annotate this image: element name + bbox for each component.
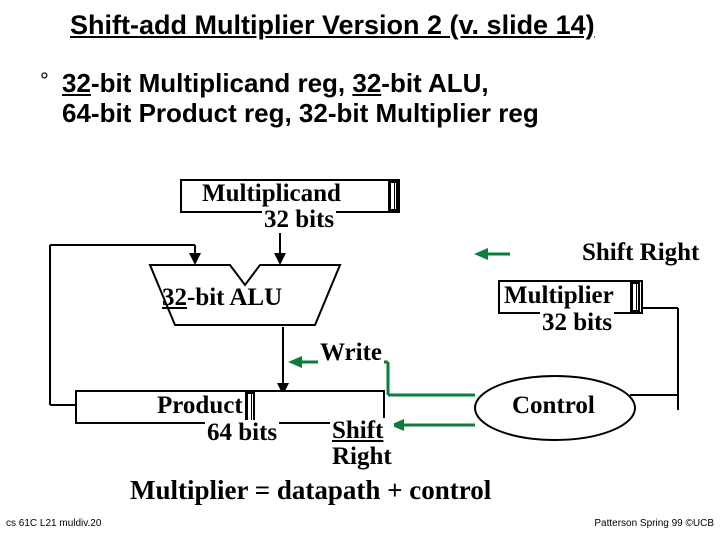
- slide-title: Shift-add Multiplier Version 2 (v. slide…: [70, 10, 595, 41]
- bullet-line1: 32-bit Multiplicand reg, 32-bit ALU,: [62, 68, 489, 99]
- diagram-stage: Multiplicand 32 bits 32-bit ALU Write Pr…: [0, 165, 720, 495]
- control-shape: [0, 165, 720, 505]
- control-label: Control: [510, 393, 597, 419]
- equation: Multiplier = datapath + control: [130, 475, 491, 506]
- footer-right: Patterson Spring 99 ©UCB: [594, 518, 714, 529]
- footer-left: cs 61C L21 muldiv.20: [6, 518, 101, 529]
- bullet-line2: 64-bit Product reg, 32-bit Multiplier re…: [62, 98, 539, 129]
- bullet-mark: °: [40, 68, 49, 94]
